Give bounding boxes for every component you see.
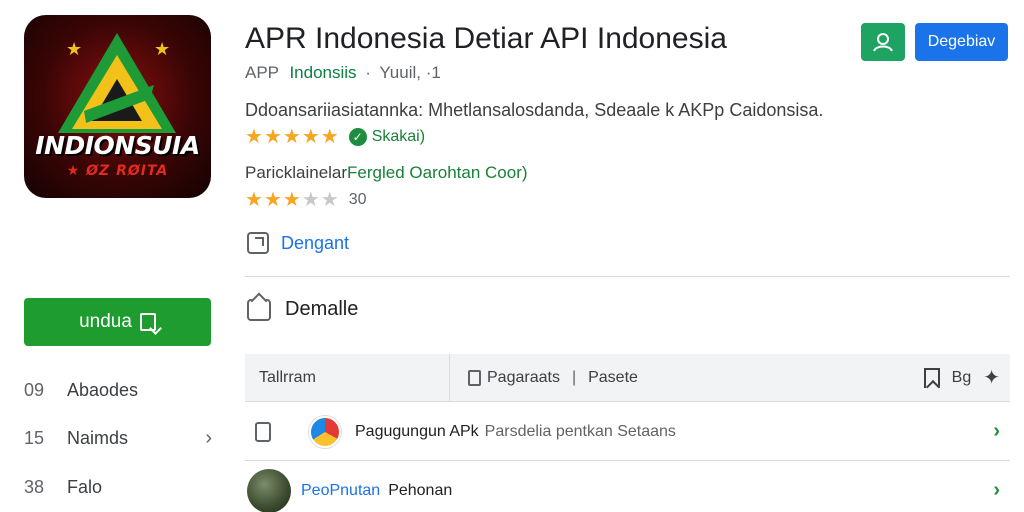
star-filled-icon: ★ [245, 189, 263, 211]
feature-prefix: Paricklainelar [245, 163, 348, 182]
star-filled-icon: ★ [245, 126, 263, 148]
table-row[interactable]: PeoPnutan Pehonan › [245, 462, 1010, 512]
row-subtitle: Parsdelia pentkan Setaans [484, 422, 676, 440]
row-checkbox[interactable] [255, 421, 271, 442]
divider [245, 276, 1010, 277]
verified-badge[interactable]: ✓ Skakai) [348, 128, 426, 146]
star-empty-icon: ★ [320, 189, 339, 211]
section-heading: Demalle [247, 298, 358, 321]
star-filled-icon: ★ [320, 126, 339, 148]
bookmark-icon[interactable] [923, 367, 940, 388]
website-link-label: Dengant [281, 232, 350, 253]
external-link-icon [247, 232, 269, 254]
rating-row-primary: ★ ★ ★ ★ ★ ✓ Skakai) [245, 127, 425, 147]
row-title: Pagugungun APk [355, 422, 479, 440]
sidebar-item-count: 15 [24, 427, 45, 448]
sidebar-item-label: Abaodes [67, 379, 139, 400]
app-meta: APP Indonsiis · Yuuil, ·1 [245, 63, 441, 83]
table-header-right-label[interactable]: Bg [952, 369, 972, 387]
chevron-right-icon[interactable]: › [993, 420, 1000, 443]
star-rating: ★ ★ ★ ★ ★ [245, 127, 339, 147]
star-filled-icon: ★ [263, 126, 282, 148]
verified-badge-label: Skakai) [371, 128, 426, 145]
check-circle-icon: ✓ [348, 128, 367, 146]
row-app-logo [309, 415, 341, 448]
column-header-pages: Pagaraats [487, 368, 560, 386]
feature-highlight: Fergled Oarohtan Coor) [347, 163, 528, 182]
sidebar-item-count: 38 [24, 476, 45, 497]
row-text: Pagugungun APk Parsdelia pentkan Setaans [355, 423, 676, 441]
download-icon [139, 313, 156, 331]
column-separator: | [571, 368, 577, 386]
download-button[interactable]: undua [24, 298, 211, 346]
star-empty-icon: ★ [301, 189, 320, 211]
table-header-actions: Bg ✦ [923, 354, 1000, 401]
star-filled-icon: ★ [282, 126, 301, 148]
column-header-name[interactable]: Tallrram [245, 354, 450, 401]
sidebar-item-naimds[interactable]: 15 Naimds › [24, 423, 214, 453]
app-icon-title: INDIONSUIA [35, 131, 200, 160]
rating-row-secondary: ★ ★ ★ ★ ★ 30 [245, 190, 366, 210]
website-link[interactable]: Dengant [247, 232, 349, 254]
app-category: APP [245, 63, 279, 82]
star-filled-icon: ★ [263, 189, 282, 211]
feature-line: ParicklainelarFergled Oarohtan Coor) [245, 163, 528, 183]
column-header-details[interactable]: Pagaraats | Pasete [450, 369, 638, 387]
svg-text:★: ★ [154, 39, 170, 60]
sidebar-item-falo[interactable]: 38 Falo [24, 472, 214, 502]
star-filled-icon: ★ [301, 126, 320, 148]
meta-extra: Yuuil, ·1 [379, 63, 441, 82]
download-button-label: undua [79, 311, 132, 332]
table-row[interactable]: Pagugungun APk Parsdelia pentkan Setaans … [245, 403, 1010, 461]
share-icon [247, 298, 271, 321]
column-header-paste: Pasete [588, 368, 638, 386]
sidebar-item-count: 09 [24, 379, 45, 400]
meta-separator: · [365, 63, 371, 82]
chevron-right-icon: › [205, 426, 212, 449]
app-title: APR Indonesia Detiar API Indonesia [245, 22, 727, 55]
star-rating-secondary: ★ ★ ★ ★ ★ [245, 190, 339, 210]
app-icon-subtitle: ★ ØZ RØITA [66, 163, 169, 179]
app-description: Ddoansariiasiatannka: Mhetlansalosdanda,… [245, 100, 824, 120]
document-icon [468, 369, 481, 386]
column-header-name-label: Tallrram [259, 368, 316, 386]
row-subtitle: Pehonan [388, 481, 453, 499]
chevron-right-icon[interactable]: › [993, 479, 1000, 502]
primary-action-button[interactable]: Degebiav [915, 23, 1008, 61]
user-icon [873, 33, 893, 52]
svg-text:★: ★ [66, 39, 82, 60]
sidebar-item-abaodes[interactable]: 09 Abaodes [24, 375, 214, 405]
row-title: PeoPnutan [301, 481, 381, 499]
sidebar-item-label: Falo [67, 476, 103, 497]
avatar [247, 468, 291, 512]
add-icon[interactable]: ✦ [983, 365, 1000, 390]
row-text: PeoPnutan Pehonan [301, 482, 452, 500]
star-filled-icon: ★ [282, 189, 301, 211]
section-title: Demalle [285, 298, 359, 320]
app-icon: ★ ★ INDIONSUIA ★ ØZ RØITA [24, 15, 211, 198]
developer-link[interactable]: Indonsiis [289, 63, 356, 82]
user-button[interactable] [861, 23, 905, 61]
sidebar-item-label: Naimds [67, 427, 129, 448]
rating-count: 30 [348, 191, 367, 208]
table-header: Tallrram Pagaraats | Pasete Bg ✦ [245, 354, 1010, 402]
